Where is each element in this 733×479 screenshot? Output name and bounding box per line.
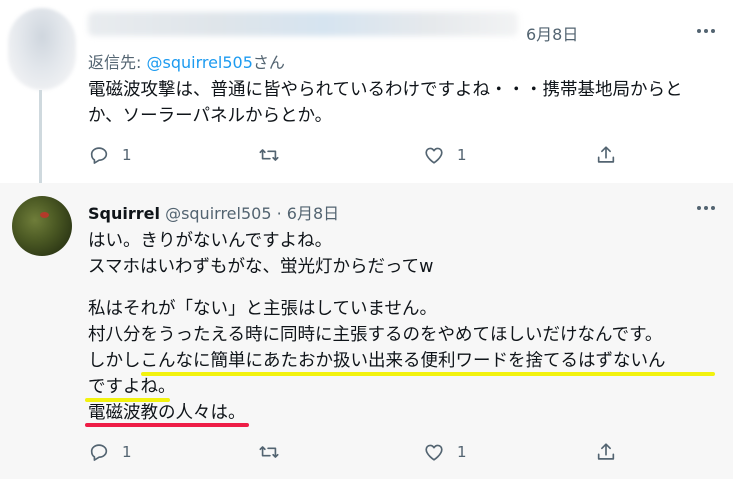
share-icon bbox=[597, 146, 615, 163]
like-count: 1 bbox=[457, 146, 467, 164]
reply-to-mention[interactable]: @squirrel505 bbox=[146, 53, 252, 72]
avatar[interactable] bbox=[12, 196, 72, 256]
like-icon bbox=[425, 444, 443, 461]
like-button[interactable]: 1 bbox=[423, 143, 467, 167]
like-button[interactable]: 1 bbox=[423, 440, 467, 464]
tweet-date[interactable]: 6月8日 bbox=[287, 204, 339, 223]
share-icon bbox=[597, 443, 615, 460]
tweet-date[interactable]: 6月8日 bbox=[526, 21, 578, 45]
tweet-text-line: か、ソーラーパネルからとか。 bbox=[88, 106, 333, 126]
tweet-text-line: ですよね。 bbox=[88, 377, 176, 397]
reply-count: 1 bbox=[122, 443, 132, 461]
like-count: 1 bbox=[457, 443, 467, 461]
reply-button[interactable]: 1 bbox=[88, 440, 132, 464]
display-name[interactable]: Squirrel bbox=[88, 204, 160, 223]
reply-to-suffix: さん bbox=[252, 53, 285, 72]
like-icon bbox=[425, 147, 443, 164]
retweet-button[interactable] bbox=[258, 143, 280, 167]
tweet-text-line: 村八分をうったえる時に同時に主張するのをやめてほしいだけなんです。 bbox=[88, 325, 663, 345]
tweet-text-line: しかしこんなに簡単にあたおか扱い出来る便利ワードを捨てるはずないん bbox=[88, 351, 666, 371]
share-button[interactable] bbox=[595, 143, 617, 167]
thread-connector-line bbox=[39, 90, 42, 185]
parent-tweet[interactable]: 6月8日 返信先: @squirrel505さん 電磁波攻撃は、普通に皆やられて… bbox=[0, 0, 733, 183]
retweet-icon bbox=[259, 149, 279, 161]
blurred-user-name bbox=[88, 12, 518, 36]
avatar[interactable] bbox=[8, 8, 76, 90]
retweet-button[interactable] bbox=[258, 440, 280, 464]
tweet-text-line: 電磁波攻撃は、普通に皆やられているわけですよね・・・携帯基地局からと bbox=[88, 80, 683, 100]
tweet-text-line: 電磁波教の人々は。 bbox=[88, 403, 246, 423]
reply-to-line: 返信先: @squirrel505さん bbox=[88, 49, 285, 73]
tweet-text-line: スマホはいわずもがな、蛍光灯からだってw bbox=[88, 257, 434, 277]
header-separator: · bbox=[276, 204, 282, 223]
tweet-header: Squirrel @squirrel505 · 6月8日 bbox=[88, 200, 339, 224]
tweet-text-line: 私はそれが「ない」と主張はしていません。 bbox=[88, 299, 437, 319]
reply-icon bbox=[90, 444, 108, 461]
more-icon[interactable] bbox=[697, 203, 717, 213]
share-button[interactable] bbox=[595, 440, 617, 464]
action-bar: 1 1 bbox=[0, 440, 733, 464]
user-handle[interactable]: @squirrel505 bbox=[165, 204, 271, 223]
retweet-icon bbox=[259, 446, 279, 458]
reply-icon bbox=[90, 147, 108, 164]
reply-to-prefix: 返信先: bbox=[88, 53, 147, 72]
action-bar: 1 1 bbox=[0, 143, 733, 167]
reply-count: 1 bbox=[122, 146, 132, 164]
tweet-text-line: はい。きりがないんですよね。 bbox=[88, 231, 333, 251]
reply-button[interactable]: 1 bbox=[88, 143, 132, 167]
more-icon[interactable] bbox=[697, 26, 717, 36]
